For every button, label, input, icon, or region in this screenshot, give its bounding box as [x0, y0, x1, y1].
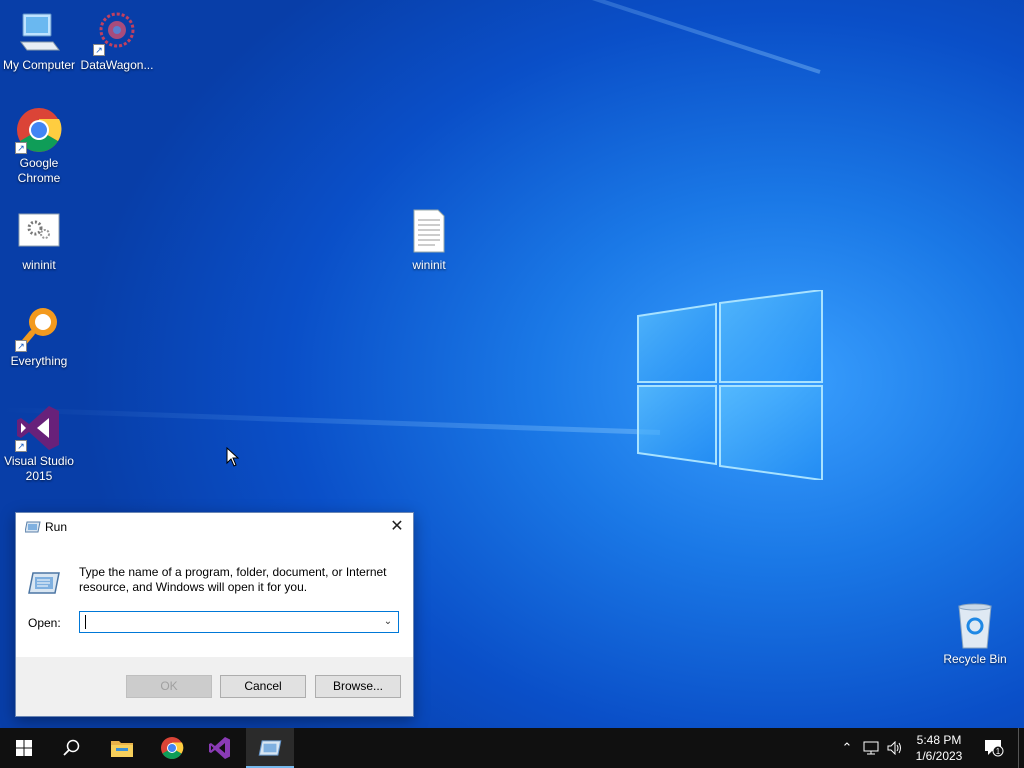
cancel-button[interactable]: Cancel: [220, 675, 306, 698]
light-beam: [153, 0, 821, 74]
ok-button[interactable]: OK: [126, 675, 212, 698]
desktop-icon-my-computer[interactable]: My Computer: [0, 8, 78, 73]
everything-search-icon: ↗: [15, 304, 63, 352]
run-icon: [25, 521, 41, 533]
run-icon: [28, 572, 60, 594]
taskbar-search-button[interactable]: [48, 728, 96, 768]
taskbar-visual-studio[interactable]: [196, 728, 244, 768]
mouse-cursor-icon: [226, 447, 240, 467]
settings-file-icon: [15, 208, 63, 256]
run-icon: [258, 740, 282, 756]
show-hidden-icons-button[interactable]: ⌃: [838, 728, 856, 768]
network-icon: [863, 741, 879, 755]
chrome-icon: ↗: [15, 106, 63, 154]
start-button[interactable]: [0, 728, 48, 768]
desktop-icon-wininit-text[interactable]: wininit: [390, 208, 468, 273]
file-explorer-icon: [111, 741, 133, 757]
run-dialog-titlebar[interactable]: Run ✕: [16, 513, 413, 541]
text-caret: [85, 615, 86, 629]
desktop-icon-label: Recycle Bin: [943, 652, 1007, 666]
clock-date: 1/6/2023: [915, 749, 963, 763]
visual-studio-icon: [209, 737, 230, 759]
taskbar: ⌃ 5:48 PM 1/6/2023 1: [0, 728, 1024, 768]
desktop-icon-label: DataWagon...: [80, 58, 154, 72]
close-button[interactable]: ✕: [381, 513, 413, 541]
taskbar-clock[interactable]: 5:48 PM 1/6/2023: [908, 732, 970, 764]
desktop-icon-everything[interactable]: ↗ Everything: [0, 304, 78, 369]
light-beam: [0, 406, 661, 435]
desktop-icon-wininit-settings[interactable]: wininit: [0, 208, 78, 273]
shortcut-arrow-icon: ↗: [15, 142, 27, 154]
recycle-bin-icon: [951, 602, 999, 650]
shortcut-arrow-icon: ↗: [15, 440, 27, 452]
open-input[interactable]: [80, 612, 370, 632]
computer-icon: [15, 8, 63, 56]
run-dialog: Run ✕ Type the name of a program, folder…: [15, 512, 414, 717]
browse-button[interactable]: Browse...: [315, 675, 401, 698]
close-icon: ✕: [390, 518, 404, 535]
visual-studio-icon: ↗: [15, 404, 63, 452]
desktop-icon-label: Everything: [10, 354, 68, 368]
taskbar-file-explorer[interactable]: [98, 728, 146, 768]
taskbar-run[interactable]: [246, 728, 294, 768]
shortcut-arrow-icon: ↗: [15, 340, 27, 352]
run-dialog-description: Type the name of a program, folder, docu…: [79, 565, 387, 594]
desktop-icon-label: My Computer: [2, 58, 76, 72]
desktop-icon-visual-studio[interactable]: ↗ Visual Studio 2015: [0, 404, 78, 484]
run-dialog-body: Type the name of a program, folder, docu…: [16, 541, 413, 657]
desktop-icon-datawagon[interactable]: ↗ DataWagon...: [78, 8, 156, 73]
desktop-icon-label: wininit: [412, 258, 446, 272]
run-dialog-footer: OK Cancel Browse...: [16, 657, 413, 716]
desktop-icon-label: Google Chrome: [17, 156, 61, 185]
chevron-up-icon: ⌃: [841, 740, 853, 755]
start-icon: [16, 740, 32, 756]
desktop-icon-recycle-bin[interactable]: Recycle Bin: [936, 602, 1014, 667]
chevron-down-icon[interactable]: ⌄: [378, 612, 398, 632]
run-dialog-title: Run: [45, 520, 68, 534]
chrome-icon: [161, 737, 184, 759]
datawagon-icon: ↗: [93, 8, 141, 56]
open-label: Open:: [28, 616, 61, 630]
text-file-icon: [405, 208, 453, 256]
volume-button[interactable]: [884, 728, 906, 768]
network-button[interactable]: [860, 728, 882, 768]
desktop-icon-label: wininit: [22, 258, 56, 272]
shortcut-arrow-icon: ↗: [93, 44, 105, 56]
desktop-icon-label: Visual Studio 2015: [4, 454, 74, 483]
notification-count: 1: [996, 747, 1001, 756]
show-desktop-button[interactable]: [1018, 728, 1024, 768]
notification-icon: 1: [985, 740, 1004, 757]
taskbar-chrome[interactable]: [148, 728, 196, 768]
speaker-icon: [887, 741, 901, 755]
desktop-icon-chrome[interactable]: ↗ Google Chrome: [0, 106, 78, 186]
open-combobox[interactable]: ⌄: [79, 611, 399, 633]
search-icon: [63, 739, 80, 756]
clock-time: 5:48 PM: [916, 733, 962, 747]
windows-logo-wallpaper: [637, 290, 823, 480]
action-center-button[interactable]: 1: [980, 728, 1008, 768]
